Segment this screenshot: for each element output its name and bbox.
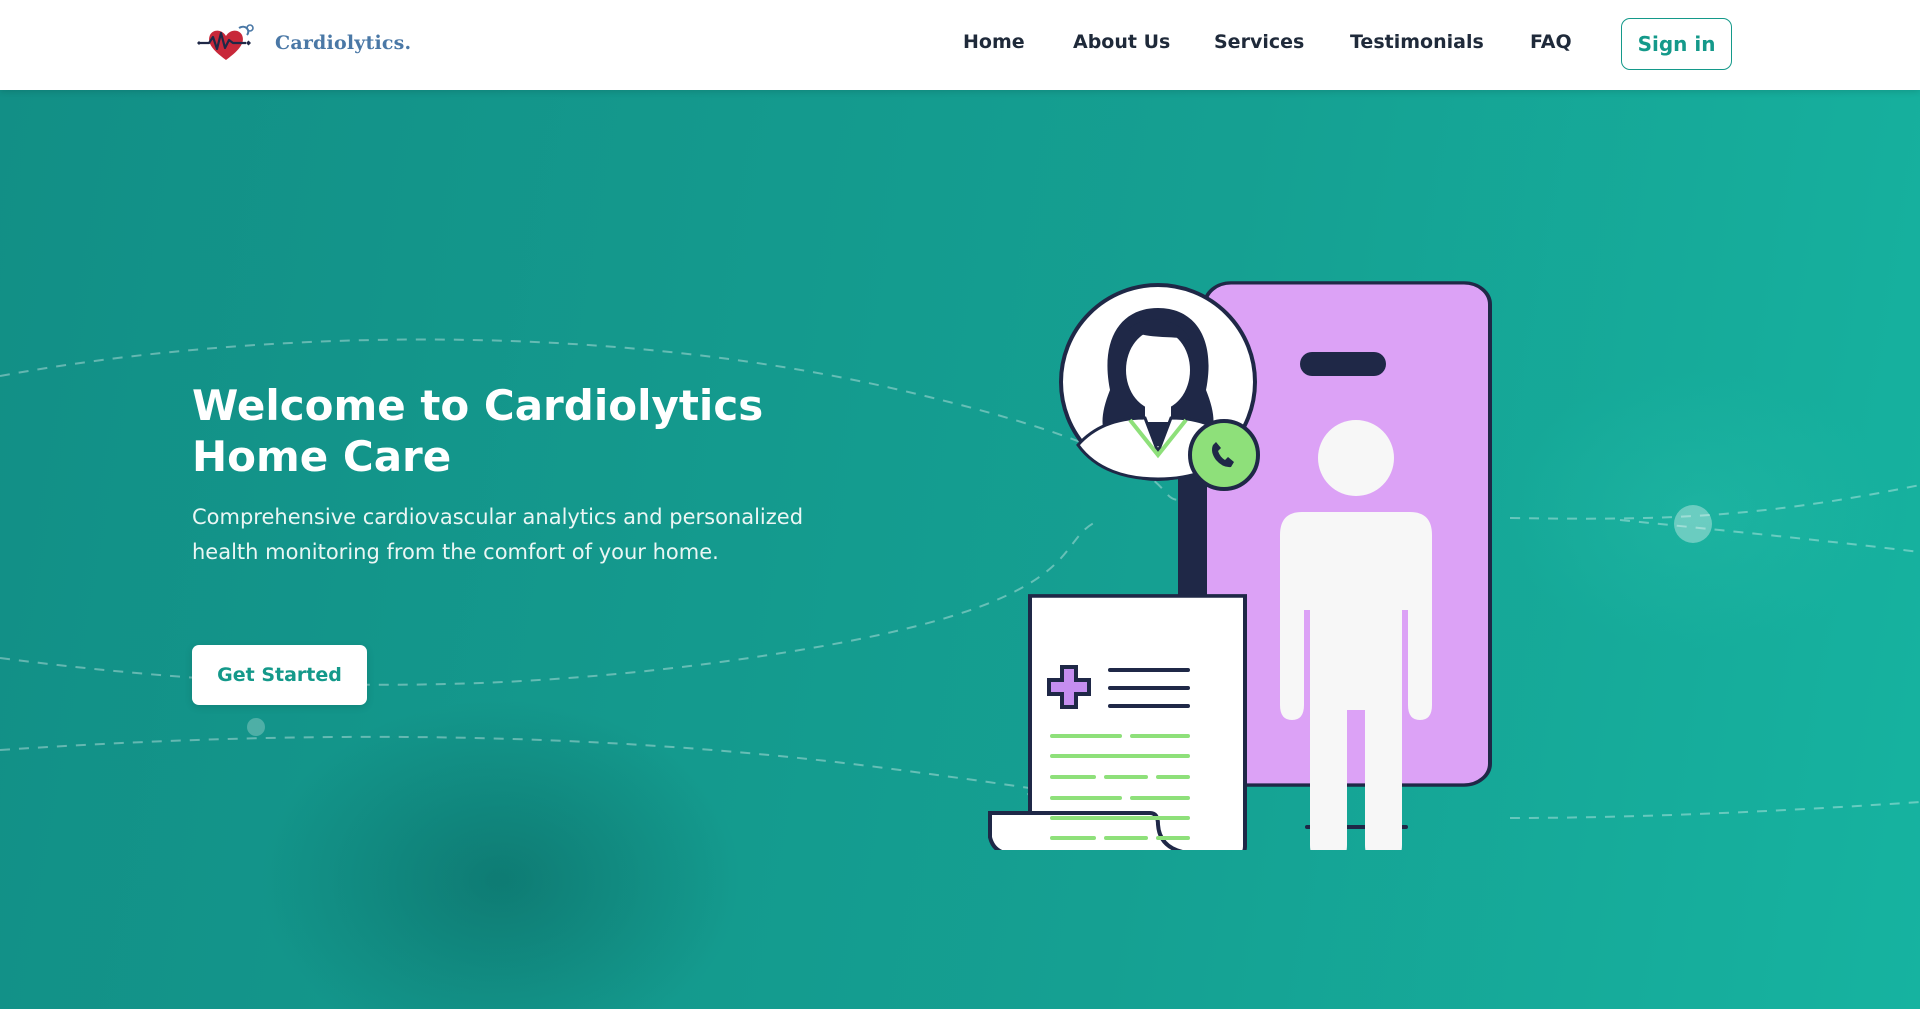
sign-in-button[interactable]: Sign in (1621, 18, 1732, 70)
brand-logo[interactable]: Cardiolytics. (193, 18, 411, 68)
medical-report-icon (988, 594, 1247, 850)
hero-section: Welcome to Cardiolytics Home Care Compre… (0, 90, 1920, 1009)
navbar: Cardiolytics. Home About Us Services Tes… (0, 0, 1920, 90)
nav-home[interactable]: Home (963, 31, 1025, 53)
hero-subtitle: Comprehensive cardiovascular analytics a… (192, 505, 804, 564)
heartbeat-logo-icon (197, 24, 254, 60)
nav-about-us[interactable]: About Us (1073, 31, 1170, 53)
nav-services[interactable]: Services (1214, 31, 1304, 53)
brand-name: Cardiolytics. (275, 32, 412, 54)
telehealth-illustration (988, 281, 1492, 850)
get-started-button[interactable]: Get Started (192, 645, 367, 705)
nav-testimonials[interactable]: Testimonials (1350, 31, 1484, 53)
phone-call-icon (1188, 419, 1260, 491)
hero-title: Welcome to Cardiolytics Home Care (192, 381, 764, 481)
nav-faq[interactable]: FAQ (1530, 31, 1572, 53)
